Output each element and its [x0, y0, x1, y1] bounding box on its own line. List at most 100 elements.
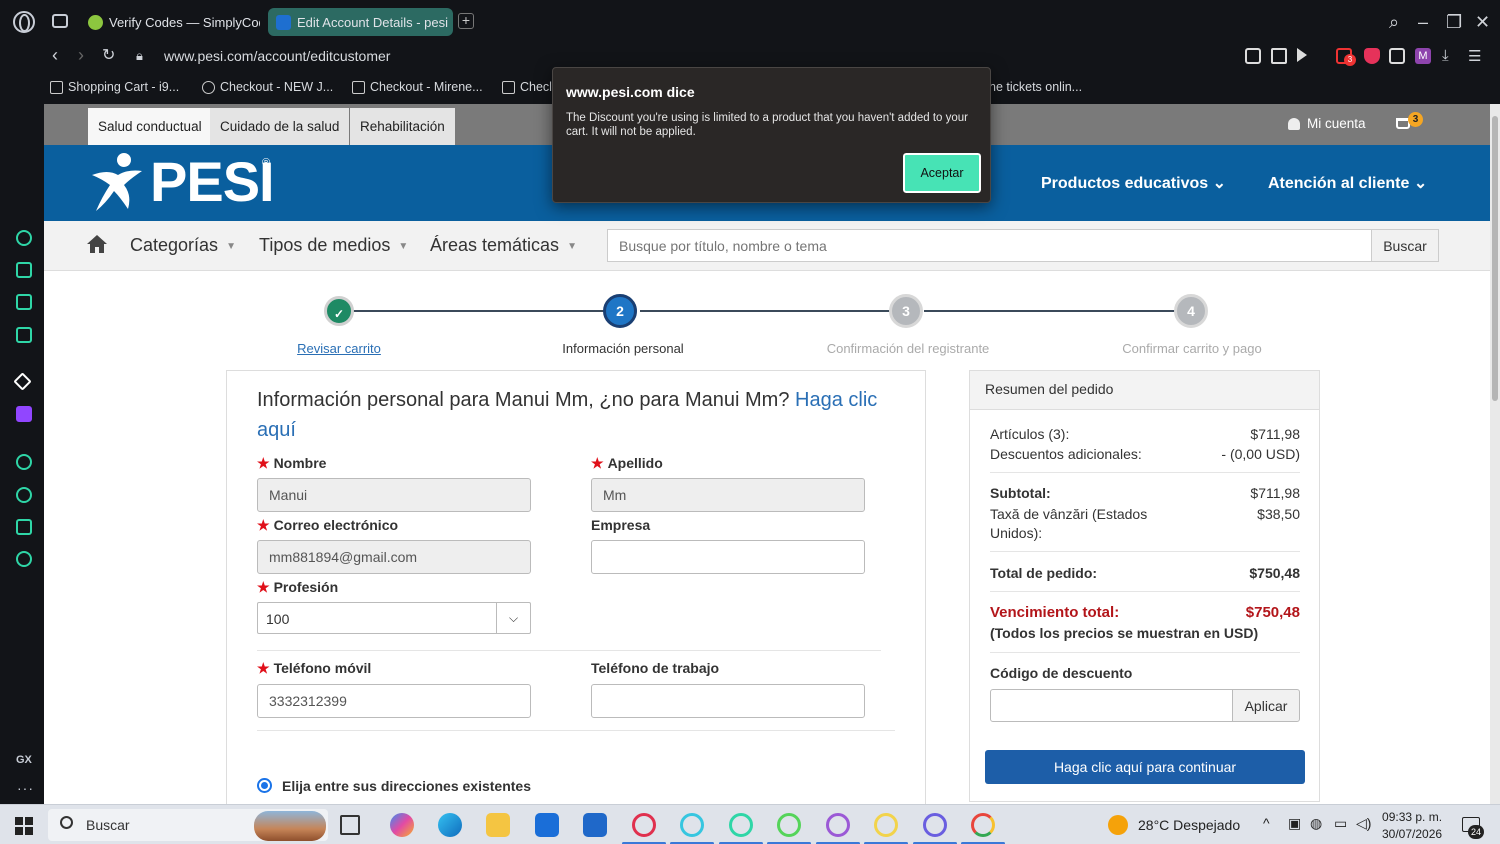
- existing-address-label[interactable]: Elija entre sus direcciones existentes: [282, 778, 531, 794]
- page-scrollbar[interactable]: [1490, 104, 1500, 804]
- nav-areas-tematicas[interactable]: Áreas temáticas ▼: [430, 235, 577, 256]
- movil-input[interactable]: [257, 684, 531, 718]
- opera-green-icon[interactable]: [777, 813, 801, 837]
- apellido-input[interactable]: [591, 478, 865, 512]
- site-search-button[interactable]: Buscar: [1371, 229, 1439, 262]
- pesi-figure-icon[interactable]: [88, 151, 146, 215]
- windows-start-icon[interactable]: [15, 817, 33, 835]
- tray-expand-icon[interactable]: ^: [1263, 815, 1270, 831]
- pesi-favicon-icon: [276, 14, 291, 30]
- translate-icon[interactable]: [1271, 48, 1287, 64]
- bookmark-item[interactable]: Shopping Cart - i9...: [50, 80, 179, 94]
- row-label: Total de pedido:: [990, 565, 1098, 581]
- extensions-icon[interactable]: [16, 519, 32, 535]
- tab-islands-icon[interactable]: [52, 14, 68, 28]
- twitch-icon[interactable]: [16, 406, 32, 422]
- weather-widget[interactable]: 28°C Despejado: [1108, 815, 1240, 835]
- divider: [257, 730, 895, 731]
- messenger-icon[interactable]: [16, 327, 32, 343]
- opera-cyan-icon[interactable]: [680, 813, 704, 837]
- bookmark-item[interactable]: Checkout - NEW J...: [202, 80, 333, 94]
- bookmark-item[interactable]: ne tickets onlin...: [989, 80, 1082, 94]
- speed-dial-icon[interactable]: [16, 230, 32, 246]
- home-icon[interactable]: [86, 233, 108, 255]
- menu-icon[interactable]: ☰: [1468, 47, 1481, 65]
- network-icon[interactable]: ◍: [1310, 815, 1322, 832]
- bookmark-item[interactable]: Checl: [502, 80, 552, 94]
- url-field[interactable]: www.pesi.com/account/editcustomer: [164, 48, 390, 64]
- existing-address-radio[interactable]: [257, 778, 272, 793]
- forward-icon[interactable]: ›: [78, 45, 84, 66]
- chrome-icon[interactable]: [971, 813, 995, 837]
- continue-button[interactable]: Haga clic aquí para continuar: [985, 750, 1305, 784]
- opera-red-icon[interactable]: [632, 813, 656, 837]
- extensions-puzzle-icon[interactable]: [1389, 48, 1405, 64]
- settings-icon[interactable]: [16, 551, 32, 567]
- label-text: Teléfono móvil: [273, 660, 372, 676]
- outlook-icon[interactable]: [583, 813, 607, 837]
- ublock-icon[interactable]: [1364, 48, 1380, 64]
- notification-count-badge: 24: [1468, 825, 1484, 839]
- tab-label: Verify Codes — SimplyCod: [109, 14, 260, 30]
- taskbar-search[interactable]: Buscar: [48, 809, 328, 841]
- profesion-select[interactable]: 100 ⌵: [257, 602, 531, 634]
- aria-icon[interactable]: [13, 372, 32, 391]
- scrollbar-thumb[interactable]: [1492, 116, 1498, 401]
- tab-verify-codes[interactable]: Verify Codes — SimplyCod: [80, 8, 260, 36]
- nombre-input[interactable]: [257, 478, 531, 512]
- opera-violet-icon[interactable]: [923, 813, 947, 837]
- back-icon[interactable]: ‹: [52, 45, 58, 66]
- site-search-input[interactable]: [607, 229, 1372, 262]
- task-view-icon[interactable]: [340, 815, 360, 835]
- correo-input[interactable]: [257, 540, 531, 574]
- shopping-icon[interactable]: [16, 262, 32, 278]
- nav-tipos-medios[interactable]: Tipos de medios ▼: [259, 235, 408, 256]
- reload-icon[interactable]: ↻: [102, 45, 115, 65]
- category-rehabilitacion[interactable]: Rehabilitación: [350, 108, 455, 145]
- wallet-icon[interactable]: [16, 294, 32, 310]
- document-icon: [352, 80, 365, 94]
- bookmark-item[interactable]: Checkout - Mirene...: [352, 80, 483, 94]
- microsoft-store-icon[interactable]: [535, 813, 559, 837]
- opera-purple-icon[interactable]: [826, 813, 850, 837]
- download-icon[interactable]: ⤓: [1442, 47, 1449, 64]
- pesi-logo-text[interactable]: PESI: [150, 149, 275, 214]
- history-icon[interactable]: [16, 487, 32, 503]
- opera-logo-icon[interactable]: [13, 11, 35, 33]
- restore-icon[interactable]: ❐: [1446, 12, 1462, 33]
- meet-now-icon[interactable]: ▣: [1288, 815, 1301, 832]
- trabajo-input[interactable]: [591, 684, 865, 718]
- opera-yellow-icon[interactable]: [874, 813, 898, 837]
- category-cuidado-salud[interactable]: Cuidado de la salud: [210, 108, 350, 145]
- gx-label[interactable]: GX: [16, 754, 32, 766]
- display-icon[interactable]: ▭: [1334, 815, 1347, 832]
- edge-icon[interactable]: [438, 813, 462, 837]
- clock[interactable]: 09:33 p. m. 30/07/2026: [1382, 809, 1442, 843]
- discount-code-input[interactable]: [990, 689, 1233, 722]
- tab-edit-account[interactable]: Edit Account Details - pesi ×: [268, 8, 453, 36]
- profile-m-icon[interactable]: M: [1415, 48, 1431, 64]
- send-icon[interactable]: [1297, 48, 1307, 62]
- nav-categorias[interactable]: Categorías ▼: [130, 235, 236, 256]
- step-link-revisar-carrito[interactable]: Revisar carrito: [219, 341, 459, 356]
- shield-check-icon[interactable]: [1245, 48, 1261, 64]
- dialog-accept-button[interactable]: Aceptar: [901, 151, 983, 195]
- empresa-input[interactable]: [591, 540, 865, 574]
- player-icon[interactable]: [16, 454, 32, 470]
- new-tab-button[interactable]: +: [458, 13, 474, 29]
- category-salud-conductual[interactable]: Salud conductual: [88, 108, 212, 145]
- menu-atencion-cliente[interactable]: Atención al cliente ⌄: [1268, 173, 1427, 193]
- apply-discount-button[interactable]: Aplicar: [1232, 689, 1300, 722]
- search-tabs-icon[interactable]: ⌕: [1389, 12, 1399, 33]
- more-icon[interactable]: ···: [17, 780, 34, 796]
- lock-icon[interactable]: 🔒︎: [136, 48, 143, 64]
- copilot-icon[interactable]: [390, 813, 414, 837]
- account-link[interactable]: Mi cuenta: [1288, 116, 1366, 131]
- bookmark-label: Checkout - Mirene...: [370, 80, 483, 94]
- menu-productos-educativos[interactable]: Productos educativos ⌄: [1041, 173, 1226, 193]
- volume-icon[interactable]: ◁): [1356, 815, 1371, 832]
- minimize-icon[interactable]: –: [1418, 12, 1428, 33]
- close-window-icon[interactable]: ✕: [1475, 12, 1490, 33]
- opera-gx-icon[interactable]: [729, 813, 753, 837]
- file-explorer-icon[interactable]: [486, 813, 510, 837]
